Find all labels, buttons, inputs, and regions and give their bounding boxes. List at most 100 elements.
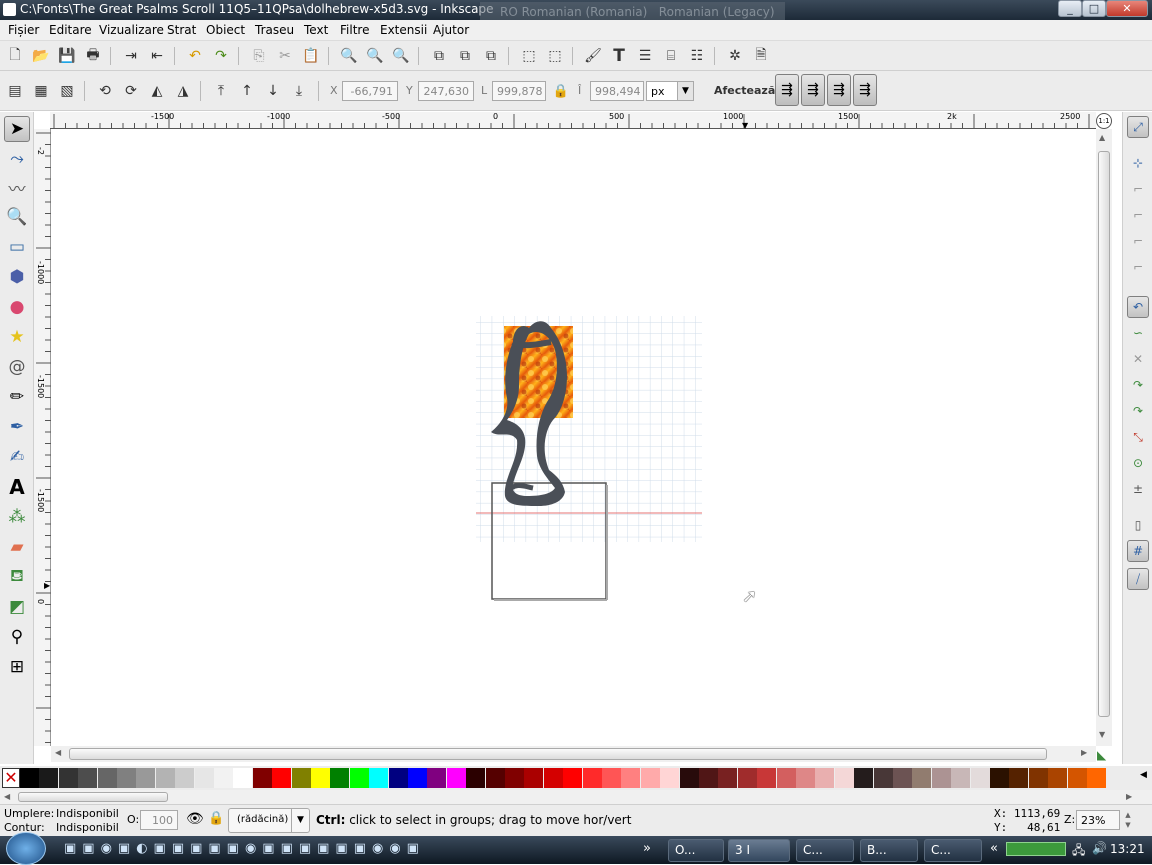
select-all-layers-icon[interactable]: ▦ [30,80,52,102]
color-swatch[interactable] [893,768,912,788]
scroll-up-icon[interactable]: ▲ [1099,133,1105,142]
selector-tool-icon[interactable]: ➤ [4,116,30,142]
color-management-icon[interactable]: ◣ [1097,748,1106,762]
drawing-canvas[interactable]: ➚ [51,130,1096,745]
scroll-right-icon[interactable]: ▶ [1081,748,1087,757]
volume-icon[interactable]: 🔊 [1092,841,1107,855]
color-swatch[interactable] [990,768,1009,788]
taskbar-item[interactable]: O... [668,839,724,862]
horizontal-scrollbar[interactable]: ◀ ▶ [51,746,1096,762]
zoom-input[interactable]: 23% [1076,810,1120,830]
tray-chevron-icon[interactable]: « [990,841,998,856]
rotate-cw-icon[interactable]: ⟳ [120,80,142,102]
opacity-input[interactable]: 100 [140,810,178,830]
open-icon[interactable]: 📂 [30,45,52,67]
scroll-left-icon[interactable]: ◀ [55,748,61,757]
close-button[interactable]: ✕ [1106,0,1148,17]
scroll-right-icon[interactable]: ▶ [1126,792,1132,801]
color-swatch[interactable] [136,768,156,788]
color-swatch[interactable] [757,768,777,788]
lock-icon[interactable]: 🔒 [208,811,224,826]
xml-editor-icon[interactable]: ⌸ [660,45,682,67]
taskbar-item-active[interactable]: 3 I [728,839,790,862]
color-swatch[interactable] [1067,768,1087,788]
snap-enable-icon[interactable]: ⤢ [1127,116,1149,138]
menu-edit[interactable]: Editare [49,23,92,37]
color-swatch[interactable] [524,768,544,788]
group-icon[interactable]: ⬚ [518,45,540,67]
horizontal-ruler[interactable]: -1500 -1000 -500 0 500 1000 1500 2k 2500… [50,112,1096,130]
transform-gradients-icon[interactable]: ⇶ [827,74,851,106]
lower-to-bottom-icon[interactable]: ⤓ [288,80,310,102]
taskbar-item[interactable]: C... [924,839,982,862]
snap-cusp-nodes-icon[interactable]: ↷ [1127,374,1149,396]
color-swatch[interactable] [175,768,195,788]
color-swatch[interactable] [388,768,408,788]
zoom-page-icon[interactable]: 🔍 [390,45,412,67]
show-more-icon[interactable]: » [643,841,651,856]
color-swatch[interactable] [854,768,874,788]
color-swatch[interactable] [427,768,447,788]
height-input[interactable]: 998,494 [590,81,644,101]
print-icon[interactable]: 🖶 [82,45,104,67]
lock-icon[interactable]: 🔒 [550,80,572,102]
text-tool-icon[interactable]: A [4,474,30,500]
cut-icon[interactable]: ✂ [274,45,296,67]
color-swatch[interactable] [582,768,602,788]
zoom-tool-icon[interactable]: 🔍 [4,204,30,230]
star-tool-icon[interactable]: ★ [4,324,30,350]
vertical-ruler[interactable]: -2 -1000 -1500 -1500 0 ▶ [34,129,51,746]
color-swatch[interactable] [1028,768,1048,788]
color-swatch[interactable] [873,768,893,788]
menu-extensions[interactable]: Extensii [380,23,427,37]
color-swatch[interactable] [1009,768,1029,788]
clone-icon[interactable]: ⧉ [454,45,476,67]
horizontal-scroll-thumb[interactable] [69,748,1047,760]
color-swatch[interactable] [1087,768,1106,788]
start-button-icon[interactable] [6,832,46,865]
new-document-icon[interactable]: 🗋 [4,45,26,67]
color-swatch[interactable] [485,768,505,788]
raise-icon[interactable]: ↑ [236,80,258,102]
redo-icon[interactable]: ↷ [210,45,232,67]
snap-paths-icon[interactable]: ∽ [1127,322,1149,344]
tweak-tool-icon[interactable]: 〰 [4,174,30,200]
transform-patterns-icon[interactable]: ⇶ [853,74,877,106]
snap-guide-icon[interactable]: ⧸ [1127,568,1149,590]
preferences-icon[interactable]: ✲ [724,45,746,67]
clock[interactable]: 13:21 [1110,842,1145,856]
deselect-icon[interactable]: ▧ [56,80,78,102]
color-swatch[interactable] [330,768,350,788]
color-swatch[interactable] [291,768,311,788]
color-swatch[interactable] [660,768,680,788]
rotate-ccw-icon[interactable]: ⟲ [94,80,116,102]
color-swatch[interactable] [446,768,466,788]
zoom-spinner-icon[interactable]: ▲ ▼ [1122,810,1134,830]
color-swatch[interactable] [505,768,524,788]
color-swatch[interactable] [369,768,389,788]
color-swatch[interactable] [563,768,583,788]
scroll-left-icon[interactable]: ◀ [4,792,10,801]
color-swatch[interactable] [834,768,854,788]
connector-tool-icon[interactable]: ⊞ [4,654,30,680]
color-swatch[interactable] [78,768,98,788]
color-swatch[interactable] [970,768,990,788]
snap-intersections-icon[interactable]: ✕ [1127,348,1149,370]
color-swatch[interactable] [640,768,660,788]
paint-bucket-tool-icon[interactable]: ⛾ [4,564,30,590]
paste-icon[interactable]: 📋 [300,45,322,67]
language-bar[interactable]: RO Romanian (Romania) Romanian (Legacy) [480,2,785,22]
color-swatch[interactable] [621,768,641,788]
select-all-icon[interactable]: ▤ [4,80,26,102]
calligraphy-tool-icon[interactable]: ✍ [4,444,30,470]
import-icon[interactable]: ⇥ [120,45,142,67]
eraser-tool-icon[interactable]: ▰ [4,534,30,560]
color-swatch[interactable] [466,768,486,788]
y-input[interactable]: 247,630 [418,81,474,101]
color-swatch[interactable] [776,768,796,788]
color-swatch[interactable] [233,768,253,788]
vertical-scrollbar[interactable]: ▲ ▼ [1096,129,1112,746]
save-icon[interactable]: 💾 [56,45,78,67]
color-swatch[interactable] [20,768,39,788]
color-swatch[interactable] [117,768,136,788]
